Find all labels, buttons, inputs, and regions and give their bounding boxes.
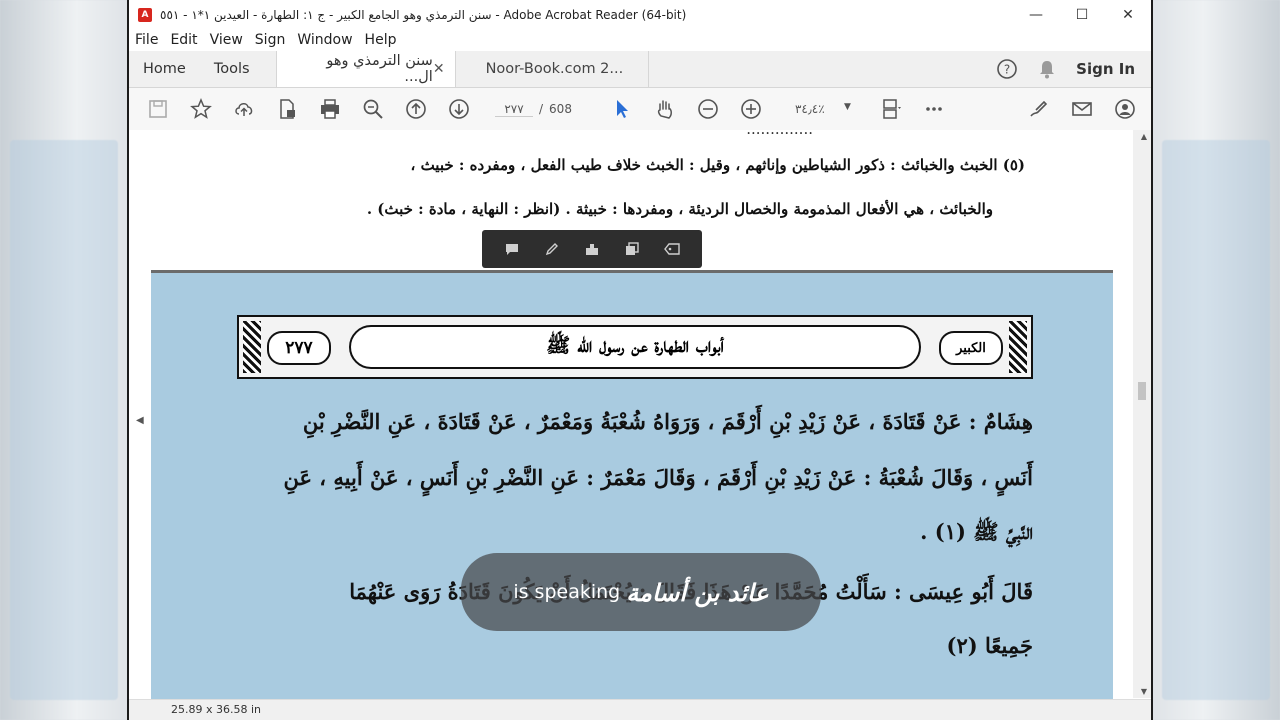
menu-file[interactable]: File: [135, 32, 158, 48]
tab-document-label: سنن الترمذي وهو ال...: [326, 53, 433, 85]
background-right: [1152, 0, 1280, 720]
vertical-scrollbar[interactable]: ▲ ▼: [1133, 130, 1151, 698]
page-number-input[interactable]: ٢٧٧: [495, 102, 533, 117]
menu-edit[interactable]: Edit: [170, 32, 197, 48]
copy-icon[interactable]: [624, 242, 640, 256]
hadith-text-line-3: النَّبِيِّ ﷺ (١) .: [920, 519, 1033, 544]
comment-icon[interactable]: [504, 242, 520, 256]
close-icon[interactable]: ✕: [1105, 0, 1151, 29]
caption-text: is speaking: [513, 581, 621, 603]
star-icon[interactable]: [187, 95, 215, 123]
tab-bar: Home Tools سنن الترمذي وهو ال... ✕ Noor-…: [129, 51, 1151, 88]
menu-bar: File Edit View Sign Window Help: [129, 29, 1151, 51]
hadith-text-line-2: أَنَسٍ ، وَقَالَ شُعْبَةُ : عَنْ زَيْدِ …: [283, 465, 1033, 490]
header-frame: أبواب الطهارة عن رسول الله ﷺ: [349, 325, 921, 369]
minimize-icon[interactable]: —: [1013, 0, 1059, 29]
tab-tools[interactable]: Tools: [200, 51, 264, 87]
next-page-icon[interactable]: [445, 95, 473, 123]
page-navigator: ٢٧٧ / 608: [495, 102, 572, 117]
tab-document-tirmidhi[interactable]: سنن الترمذي وهو ال... ✕: [275, 51, 456, 87]
pdf-icon: A: [138, 7, 152, 22]
tab-close-icon[interactable]: ✕: [433, 61, 445, 77]
scroll-up-icon[interactable]: ▲: [1141, 132, 1147, 141]
page-fit-icon[interactable]: [877, 95, 905, 123]
ornament-left: [243, 321, 261, 373]
zoom-value: ٣٤٫٤٪: [794, 102, 825, 116]
menu-window[interactable]: Window: [297, 32, 352, 48]
speaker-caption: is speaking عائد بن أسامة: [461, 553, 821, 631]
page-separator: /: [539, 102, 544, 116]
hadith-text-line-5: جَمِيعًا (٢): [946, 633, 1033, 658]
tab-home[interactable]: Home: [129, 51, 200, 87]
help-icon[interactable]: ?: [996, 58, 1018, 80]
window-title: سنن الترمذي وهو الجامع الكبير - ج ١: الط…: [160, 7, 687, 22]
menu-view[interactable]: View: [210, 32, 243, 48]
left-panel-toggle-icon[interactable]: ◀: [136, 415, 144, 426]
footnote-line-1: (٥) الخبث والخبائث : ذكور الشياطين وإناث…: [410, 156, 1025, 174]
svg-text:?: ?: [1004, 63, 1010, 77]
scroll-down-icon[interactable]: ▼: [1141, 687, 1147, 696]
stamp-icon[interactable]: [584, 242, 600, 256]
mail-icon[interactable]: [1068, 95, 1096, 123]
footnote-cut-line: ..............: [746, 120, 813, 138]
sign-in-button[interactable]: Sign In: [1076, 60, 1135, 78]
footnote-line-2: والخبائث ، هي الأفعال المذمومة والخصال ا…: [366, 200, 993, 218]
background-left: [0, 0, 128, 720]
zoom-in-icon[interactable]: [737, 95, 765, 123]
status-bar: 25.89 x 36.58 in: [129, 699, 1151, 720]
previous-page-icon[interactable]: [402, 95, 430, 123]
select-cursor-icon[interactable]: [608, 95, 636, 123]
chevron-down-icon: ▼: [844, 102, 851, 112]
bell-icon[interactable]: [1036, 58, 1058, 80]
zoom-dropdown[interactable]: ٣٤٫٤٪ ▼: [795, 102, 851, 116]
maximize-icon[interactable]: ☐: [1059, 0, 1105, 29]
main-toolbar: ٢٧٧ / 608 ٣٤٫٤٪ ▼: [129, 88, 1151, 131]
zoom-search-icon[interactable]: [359, 95, 387, 123]
sign-pen-icon[interactable]: [1025, 95, 1053, 123]
hand-tool-icon[interactable]: [651, 95, 679, 123]
pdf-page-current: ٢٧٧ الكبير أبواب الطهارة عن رسول الله ﷺ …: [151, 270, 1113, 703]
file-lock-icon[interactable]: [273, 95, 301, 123]
more-tools-icon[interactable]: [920, 95, 948, 123]
page-number-badge: ٢٧٧: [267, 331, 331, 365]
menu-help[interactable]: Help: [365, 32, 397, 48]
menu-sign[interactable]: Sign: [255, 32, 286, 48]
title-bar: A سنن الترمذي وهو الجامع الكبير - ج ١: ا…: [129, 0, 1151, 29]
scrollbar-thumb[interactable]: [1138, 382, 1146, 400]
page-total: 608: [549, 102, 572, 116]
print-icon[interactable]: [316, 95, 344, 123]
annotation-toolbar: [482, 230, 702, 268]
book-label-badge: الكبير: [939, 331, 1003, 365]
page-size-readout: 25.89 x 36.58 in: [171, 703, 262, 716]
caption-speaker: عائد بن أسامة: [626, 577, 769, 607]
upload-cloud-icon[interactable]: [230, 95, 258, 123]
ornament-right: [1009, 321, 1027, 373]
tag-edit-icon[interactable]: [664, 242, 680, 256]
page-header-banner: ٢٧٧ الكبير أبواب الطهارة عن رسول الله ﷺ: [237, 315, 1033, 379]
save-icon[interactable]: [144, 95, 172, 123]
chapter-title: أبواب الطهارة عن رسول الله ﷺ: [546, 333, 724, 357]
highlight-pen-icon[interactable]: [544, 242, 560, 256]
hadith-text-line-1: هِشَامٌ : عَنْ قَتَادَةَ ، عَنْ زَيْدِ ب…: [302, 409, 1033, 434]
zoom-out-icon[interactable]: [694, 95, 722, 123]
tab-document-noorbook[interactable]: Noor-Book.com 2...: [456, 51, 649, 87]
add-user-icon[interactable]: [1111, 95, 1139, 123]
